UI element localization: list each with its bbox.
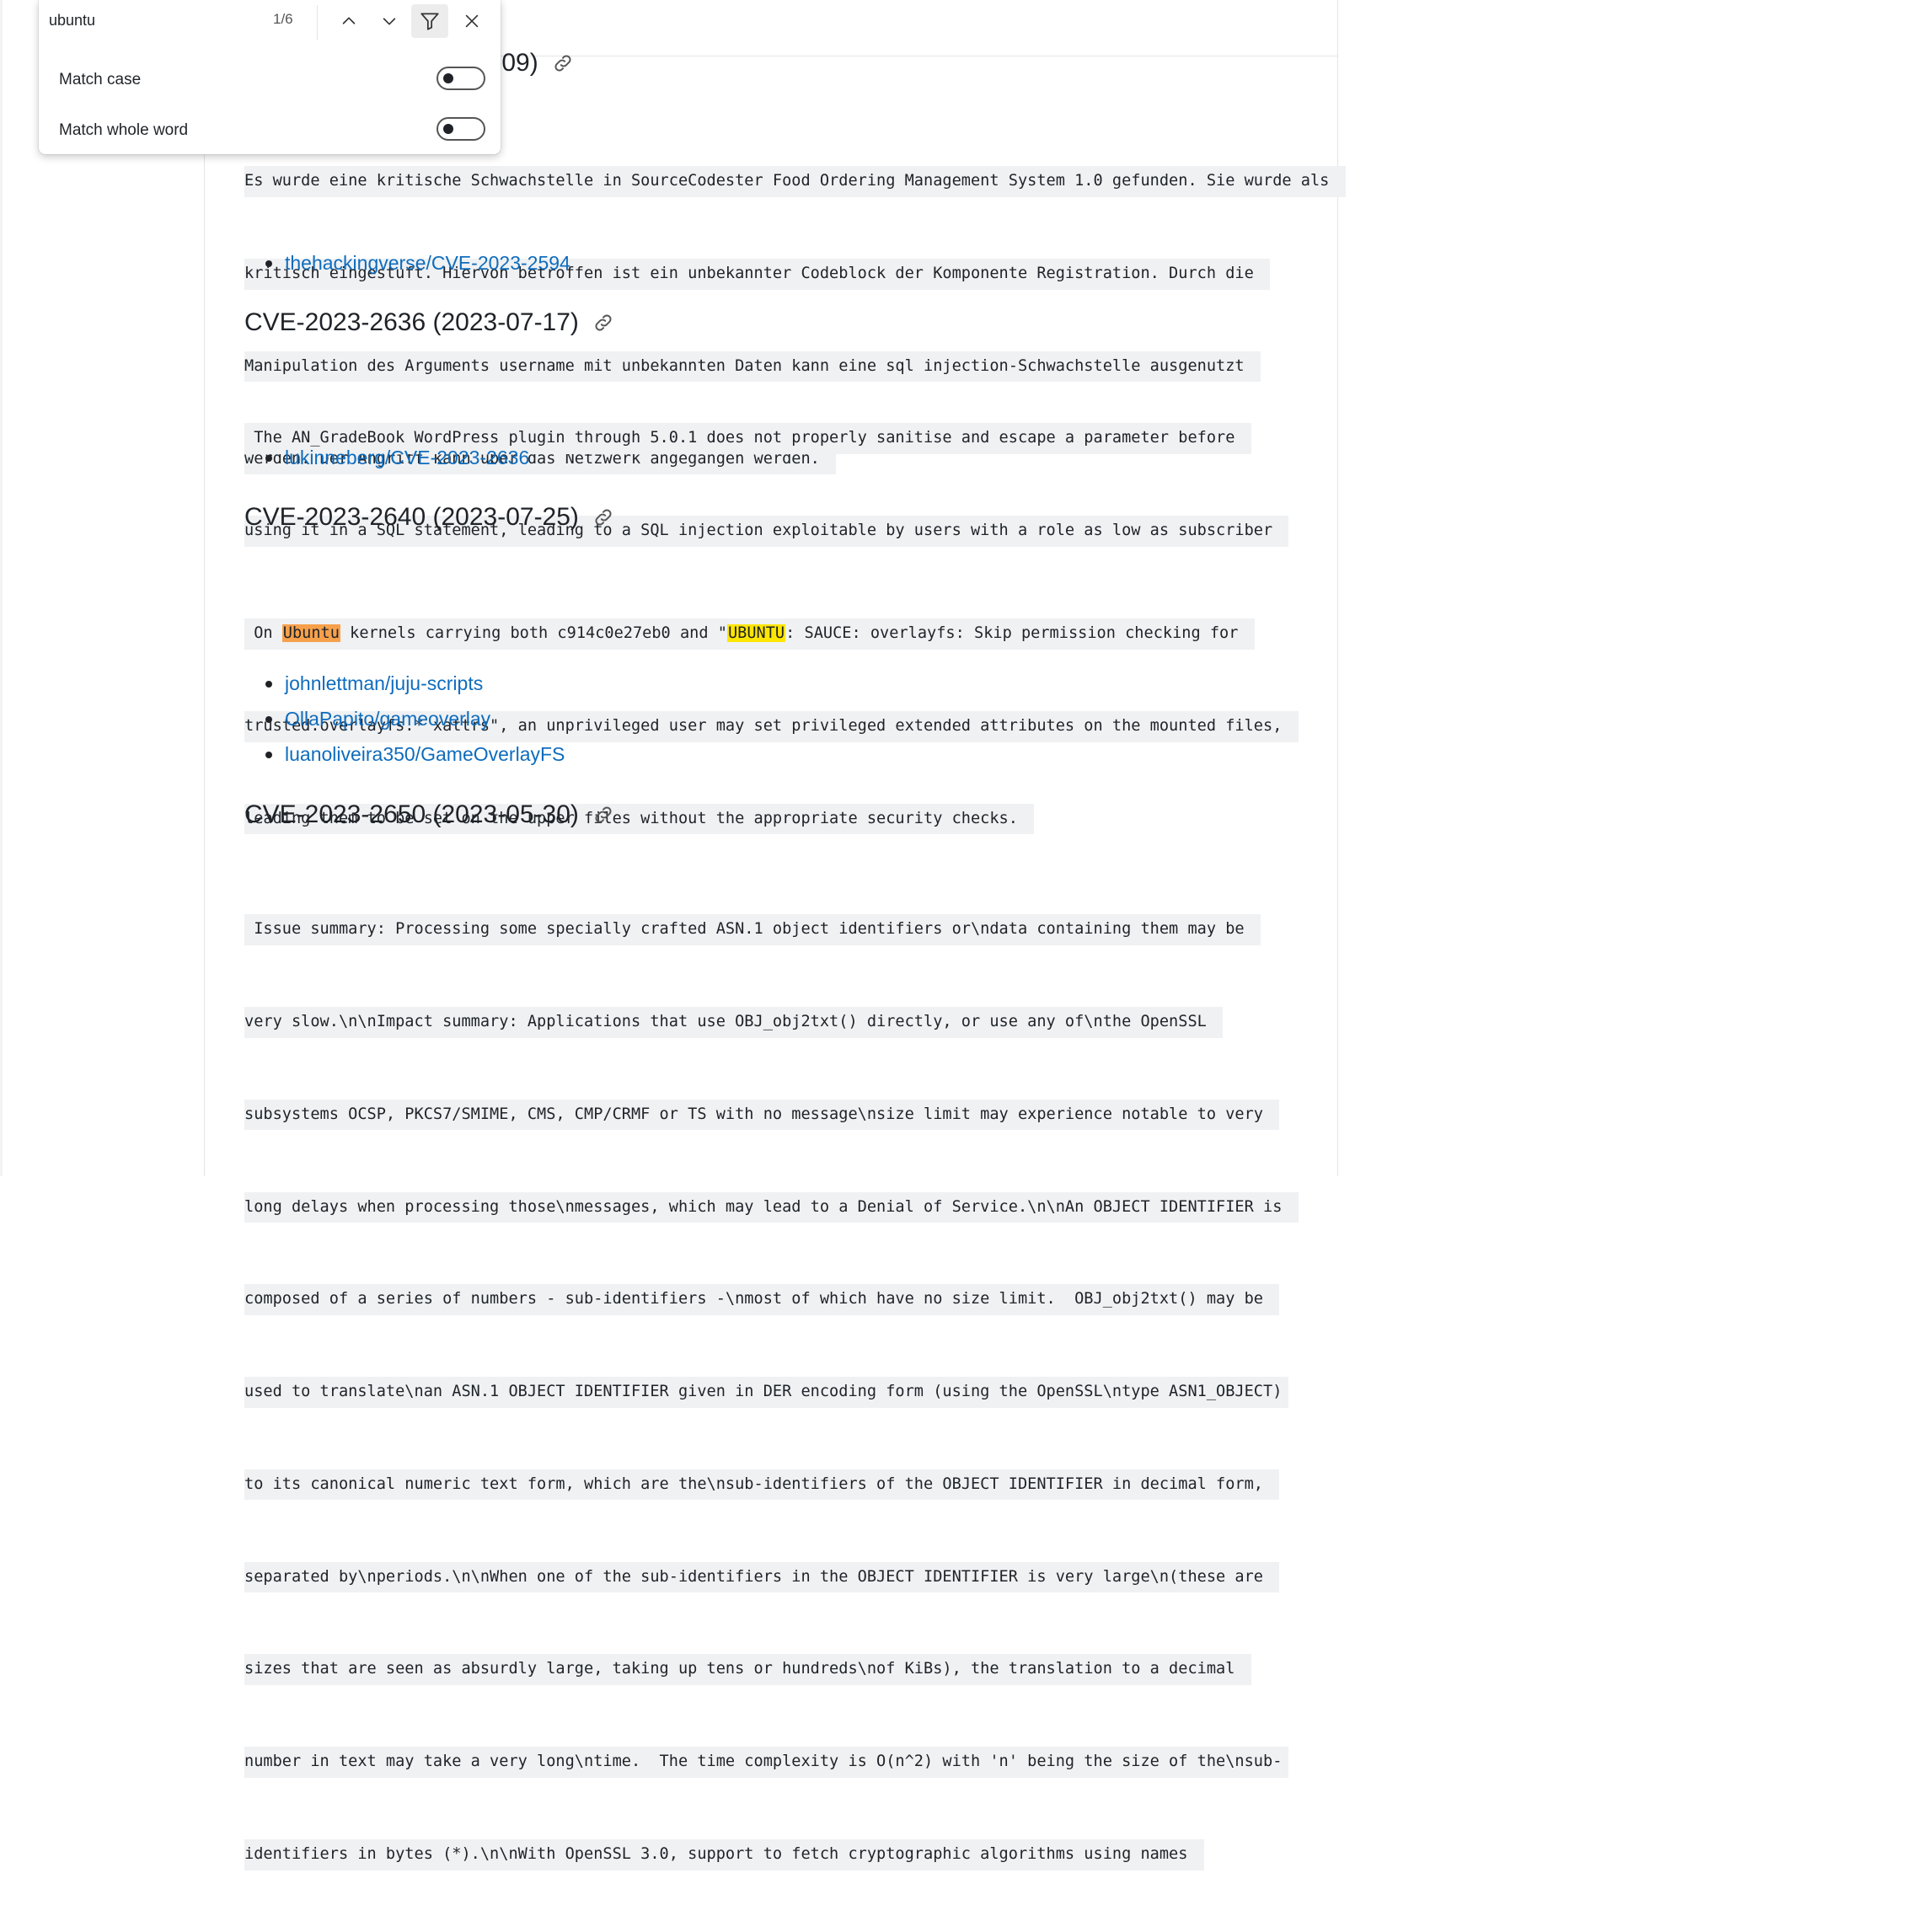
window-edge	[0, 0, 3, 1176]
search-match-current: Ubuntu	[281, 624, 340, 643]
list-item: luanoliveira350/GameOverlayFS	[244, 736, 565, 772]
cve-heading-text: CVE-2023-2640 (2023-07-25)	[244, 503, 579, 531]
description-line: separated by\nperiods.\n\nWhen one of th…	[244, 1561, 1280, 1593]
description-line: to its canonical numeric text form, whic…	[244, 1469, 1280, 1501]
match-case-toggle[interactable]	[436, 67, 485, 90]
anchor-link-icon[interactable]	[592, 312, 614, 334]
cve-heading-text: CVE-2023-2636 (2023-07-17)	[244, 308, 579, 336]
cve-heading: CVE-2023-2636 (2023-07-17)	[244, 308, 614, 337]
list-item: OllaPapito/gameoverlay	[244, 701, 565, 736]
poc-link-list: thehackingverse/CVE-2023-2594	[244, 245, 570, 281]
repo-link[interactable]: thehackingverse/CVE-2023-2594	[285, 252, 570, 274]
poc-link-list: johnlettman/juju-scripts OllaPapito/game…	[244, 666, 565, 772]
poc-link-list: lukinneberg/CVE-2023-2636	[244, 440, 529, 475]
toggle-knob	[443, 73, 453, 83]
next-match-button[interactable]	[371, 4, 408, 38]
description-line: Es wurde eine kritische Schwachstelle in…	[244, 166, 1346, 197]
description-line: On Ubuntu kernels carrying both c914c0e2…	[244, 618, 1255, 650]
close-find-button[interactable]	[453, 4, 490, 38]
cve-heading: CVE-2023-2650 (2023-05-30)	[244, 800, 614, 829]
chevron-down-icon	[383, 18, 396, 25]
divider	[317, 5, 318, 40]
repo-link[interactable]: johnlettman/juju-scripts	[285, 672, 483, 694]
description-line: long delays when processing those\nmessa…	[244, 1191, 1299, 1223]
filter-options-button[interactable]	[411, 4, 448, 38]
chevron-up-icon	[342, 17, 356, 24]
description-line: number in text may take a very long\ntim…	[244, 1747, 1289, 1778]
description-line: sizes that are seen as absurdly large, t…	[244, 1654, 1251, 1686]
close-icon	[465, 14, 479, 28]
anchor-link-icon[interactable]	[592, 506, 614, 528]
previous-match-button[interactable]	[330, 4, 367, 38]
repo-link[interactable]: luanoliveira350/GameOverlayFS	[285, 743, 565, 765]
find-widget: 1/6 Match case Match whole word	[39, 0, 501, 154]
description-line: identifiers in bytes (*).\n\nWith OpenSS…	[244, 1839, 1204, 1870]
list-item: johnlettman/juju-scripts	[244, 666, 565, 701]
cve-heading-text: CVE-2023-2650 (2023-05-30)	[244, 800, 579, 828]
find-bar: 1/6	[39, 0, 501, 40]
repo-link[interactable]: OllaPapito/gameoverlay	[285, 708, 490, 730]
match-case-label: Match case	[59, 71, 142, 88]
description-line: Issue summary: Processing some specially…	[244, 914, 1261, 945]
match-whole-word-label: Match whole word	[59, 121, 189, 139]
description-line: used to translate\nan ASN.1 OBJECT IDENT…	[244, 1377, 1289, 1408]
description-line: subsystems OCSP, PKCS7/SMIME, CMS, CMP/C…	[244, 1099, 1280, 1131]
anchor-link-icon[interactable]	[592, 804, 614, 826]
match-count: 1/6	[273, 11, 293, 27]
search-match: UBUNTU	[726, 624, 786, 643]
document-page: 05-09) Es wurde eine kritische Schwachst…	[204, 0, 1346, 1870]
filter-icon	[420, 13, 439, 30]
toggle-knob	[443, 124, 453, 134]
find-input[interactable]	[49, 8, 260, 32]
match-whole-word-toggle[interactable]	[436, 117, 485, 141]
list-item: lukinneberg/CVE-2023-2636	[244, 440, 529, 475]
description-line: very slow.\n\nImpact summary: Applicatio…	[244, 1006, 1224, 1038]
repo-link[interactable]: lukinneberg/CVE-2023-2636	[285, 447, 529, 468]
cve-heading: CVE-2023-2640 (2023-07-25)	[244, 503, 614, 532]
list-item: thehackingverse/CVE-2023-2594	[244, 245, 570, 281]
anchor-link-icon[interactable]	[552, 52, 574, 74]
description-line: composed of a series of numbers - sub-id…	[244, 1284, 1280, 1315]
cve-description: Issue summary: Processing some specially…	[244, 853, 1299, 1932]
